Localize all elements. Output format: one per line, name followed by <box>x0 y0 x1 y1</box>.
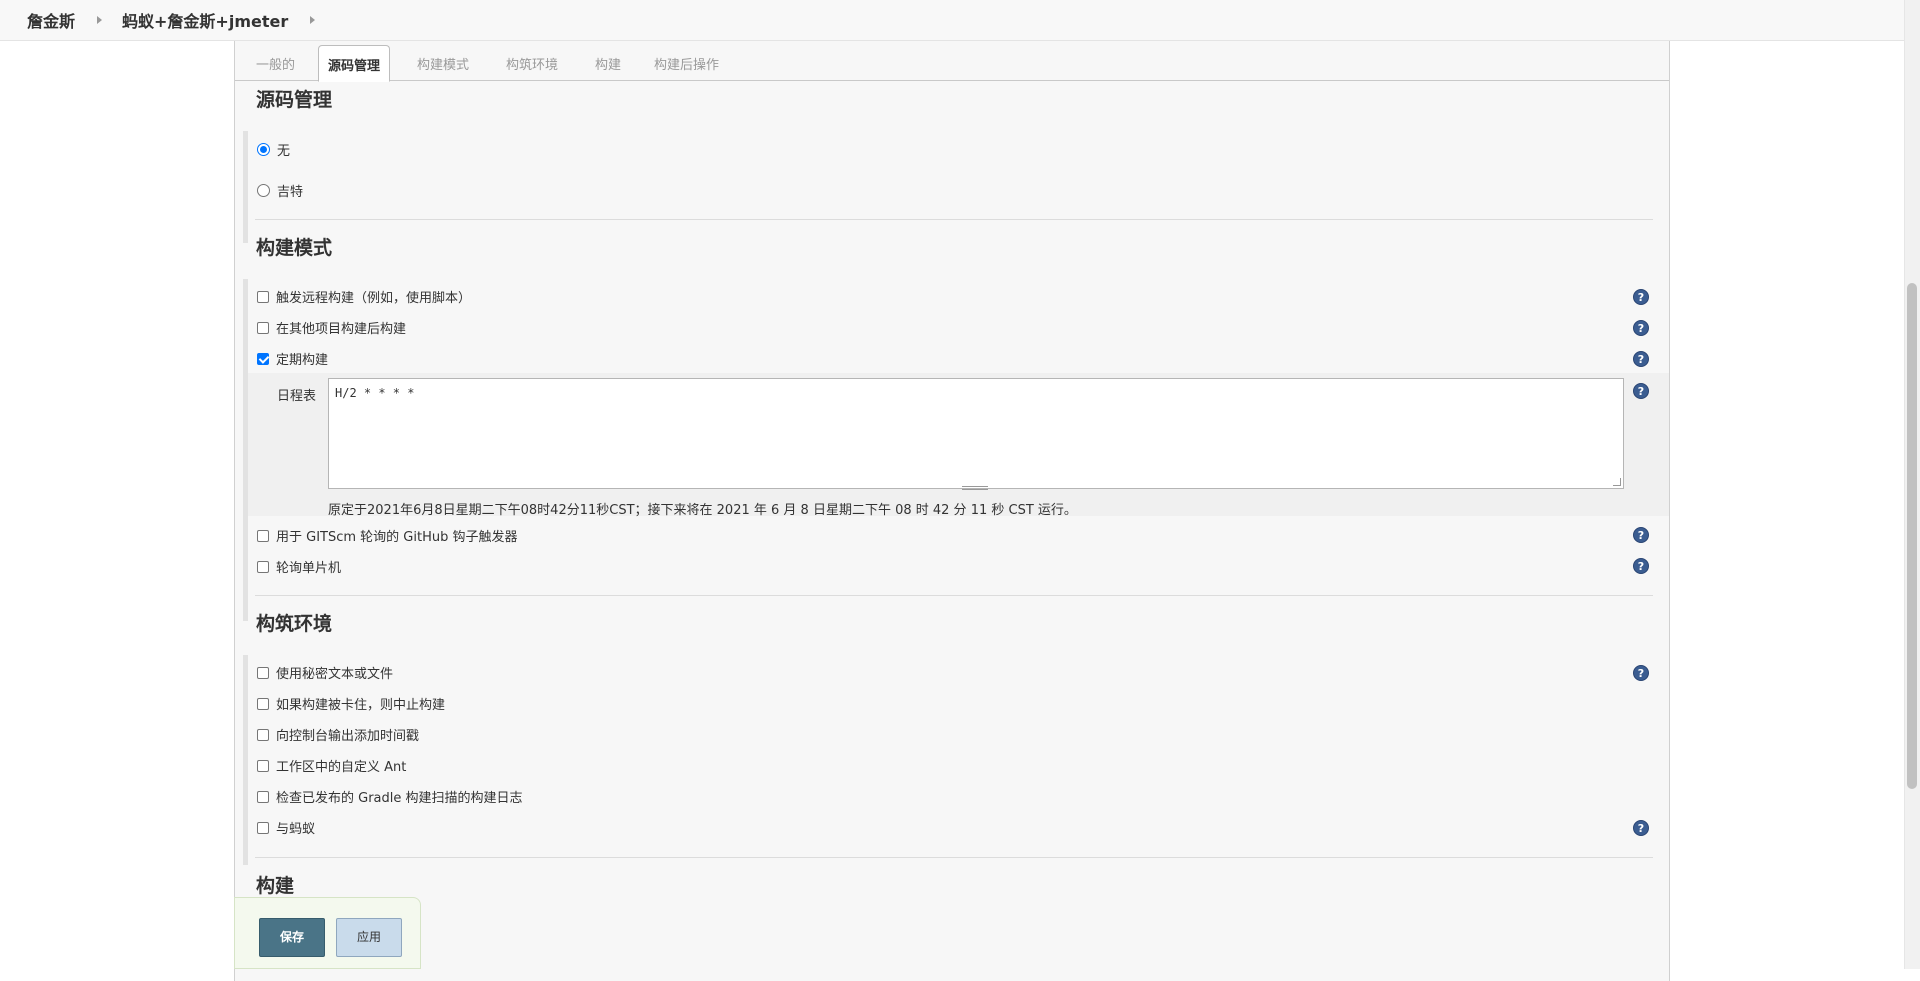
schedule-value: H/2 * * * * <box>335 386 415 400</box>
checkbox[interactable] <box>257 697 269 710</box>
section-divider <box>255 857 1653 858</box>
breadcrumb-jenkins-link[interactable]: 詹金斯 <box>27 8 75 32</box>
env-gradle-scan[interactable]: 检查已发布的 Gradle 构建扫描的构建日志 <box>257 787 523 806</box>
tab-general[interactable]: 一般的 <box>256 54 295 73</box>
trigger-github-hook[interactable]: 用于 GITScm 轮询的 GitHub 钩子触发器 <box>257 526 518 545</box>
env-label: 如果构建被卡住，则中止构建 <box>276 698 446 713</box>
scm-option-none[interactable]: 无 <box>257 140 290 159</box>
save-button[interactable]: 保存 <box>259 918 325 957</box>
section-title-triggers: 构建模式 <box>256 237 333 259</box>
section-title-environment: 构筑环境 <box>256 613 333 635</box>
trigger-label: 在其他项目构建后构建 <box>276 322 407 337</box>
radio-button[interactable] <box>257 143 270 156</box>
env-abort-stuck[interactable]: 如果构建被卡住，则中止构建 <box>257 694 445 713</box>
tab-post-build[interactable]: 构建后操作 <box>654 54 719 73</box>
checkbox[interactable] <box>257 352 269 365</box>
env-label: 工作区中的自定义 Ant <box>276 760 407 775</box>
env-with-ant[interactable]: 与蚂蚁 <box>257 818 315 837</box>
apply-button[interactable]: 应用 <box>336 918 402 957</box>
trigger-label: 触发远程构建（例如，使用脚本） <box>276 291 472 306</box>
resize-grip-icon[interactable] <box>1613 478 1621 486</box>
section-indent-bar <box>243 655 248 865</box>
env-label: 检查已发布的 Gradle 构建扫描的构建日志 <box>276 791 523 806</box>
help-icon[interactable]: ? <box>1633 289 1649 305</box>
tab-build-triggers[interactable]: 构建模式 <box>417 54 469 73</box>
env-custom-ant[interactable]: 工作区中的自定义 Ant <box>257 756 406 775</box>
trigger-periodic[interactable]: 定期构建 <box>257 349 328 368</box>
env-label: 使用秘密文本或文件 <box>276 667 394 682</box>
section-divider <box>255 595 1653 596</box>
breadcrumb-chevron-icon[interactable] <box>310 16 316 24</box>
schedule-label: 日程表 <box>277 389 317 404</box>
checkbox[interactable] <box>257 290 269 303</box>
trigger-poll-scm[interactable]: 轮询单片机 <box>257 557 341 576</box>
breadcrumb: 詹金斯 蚂蚁+詹金斯+jmeter <box>0 0 1920 41</box>
help-icon[interactable]: ? <box>1633 820 1649 836</box>
scm-option-git[interactable]: 吉特 <box>257 181 303 200</box>
breadcrumb-chevron-icon <box>97 16 103 24</box>
help-icon[interactable]: ? <box>1633 665 1649 681</box>
config-panel: 一般的 源码管理 构建模式 构筑环境 构建 构建后操作 源码管理 无 吉特 构建… <box>234 41 1670 981</box>
trigger-label: 轮询单片机 <box>276 561 342 576</box>
checkbox[interactable] <box>257 560 269 573</box>
help-icon[interactable]: ? <box>1633 351 1649 367</box>
radio-button[interactable] <box>257 184 270 197</box>
trigger-label: 用于 GITScm 轮询的 GitHub 钩子触发器 <box>276 530 518 545</box>
section-title-build: 构建 <box>256 875 295 897</box>
trigger-remote[interactable]: 触发远程构建（例如，使用脚本） <box>257 287 471 306</box>
schedule-textarea[interactable]: H/2 * * * * <box>328 378 1624 489</box>
trigger-label: 定期构建 <box>276 353 329 368</box>
textarea-resize-handle[interactable] <box>962 486 988 490</box>
section-divider <box>255 219 1653 220</box>
env-timestamps[interactable]: 向控制台输出添加时间戳 <box>257 725 419 744</box>
config-tabs: 一般的 源码管理 构建模式 构筑环境 构建 构建后操作 <box>235 41 1669 82</box>
checkbox[interactable] <box>257 790 269 803</box>
tab-build-environment[interactable]: 构筑环境 <box>506 54 558 73</box>
trigger-after-other-projects[interactable]: 在其他项目构建后构建 <box>257 318 406 337</box>
checkbox[interactable] <box>257 666 269 679</box>
checkbox[interactable] <box>257 821 269 834</box>
checkbox[interactable] <box>257 321 269 334</box>
help-icon[interactable]: ? <box>1633 383 1649 399</box>
scrollbar-thumb[interactable] <box>1907 283 1917 789</box>
section-title-scm: 源码管理 <box>256 89 333 111</box>
breadcrumb-job-link[interactable]: 蚂蚁+詹金斯+jmeter <box>122 8 288 32</box>
scm-option-label: 吉特 <box>277 185 304 200</box>
schedule-note: 原定于2021年6月8日星期二下午08时42分11秒CST；接下来将在 2021… <box>328 503 1077 518</box>
env-secret-text[interactable]: 使用秘密文本或文件 <box>257 663 393 682</box>
scm-option-label: 无 <box>277 144 291 159</box>
vertical-scrollbar[interactable] <box>1904 0 1920 969</box>
checkbox[interactable] <box>257 728 269 741</box>
section-indent-bar <box>243 131 248 243</box>
help-icon[interactable]: ? <box>1633 558 1649 574</box>
env-label: 与蚂蚁 <box>276 822 316 837</box>
tab-build[interactable]: 构建 <box>595 54 621 73</box>
tab-scm[interactable]: 源码管理 <box>318 45 391 82</box>
env-label: 向控制台输出添加时间戳 <box>276 729 420 744</box>
help-icon[interactable]: ? <box>1633 527 1649 543</box>
help-icon[interactable]: ? <box>1633 320 1649 336</box>
bottom-action-bar: 保存 应用 <box>234 897 421 969</box>
checkbox[interactable] <box>257 529 269 542</box>
checkbox[interactable] <box>257 759 269 772</box>
